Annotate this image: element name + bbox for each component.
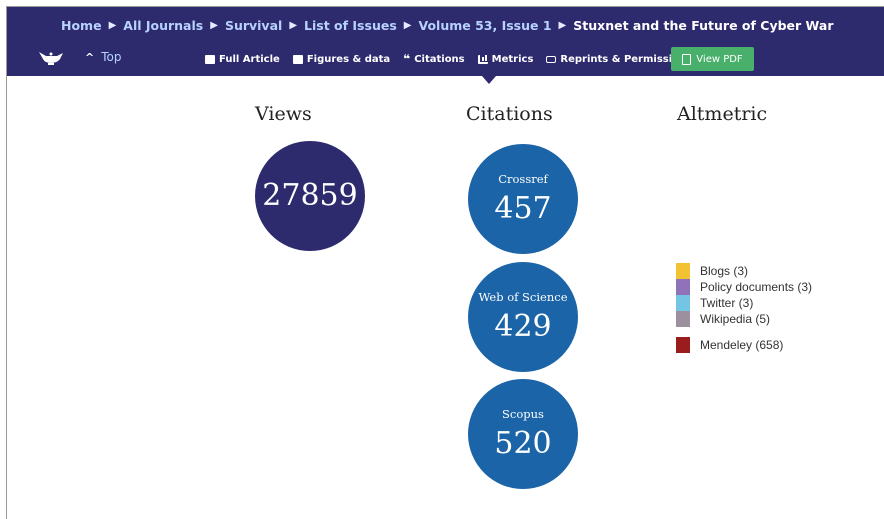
legend-label: Mendeley (658) bbox=[700, 338, 784, 352]
legend-label: Wikipedia (5) bbox=[700, 312, 771, 326]
page-frame: Home ▶ All Journals ▶ Survival ▶ List of… bbox=[6, 6, 884, 519]
view-pdf-button[interactable]: View PDF bbox=[671, 47, 754, 71]
scopus-citations-circle[interactable]: Scopus 520 bbox=[468, 379, 578, 489]
breadcrumb-separator-icon: ▶ bbox=[403, 19, 412, 31]
legend-swatch bbox=[676, 279, 690, 295]
tab-label: Citations bbox=[414, 53, 465, 65]
back-to-top-link[interactable]: ^ Top bbox=[85, 50, 121, 64]
print-icon bbox=[546, 55, 557, 63]
legend-item-twitter[interactable]: Twitter (3) bbox=[676, 295, 753, 311]
legend-swatch bbox=[676, 337, 690, 353]
citation-source-label: Crossref bbox=[498, 172, 548, 186]
legend-label: Twitter (3) bbox=[700, 296, 754, 310]
pdf-icon bbox=[682, 53, 692, 65]
views-count: 27859 bbox=[262, 178, 358, 213]
legend-item-policy-documents[interactable]: Policy documents (3) bbox=[676, 279, 812, 295]
legend-swatch bbox=[676, 295, 690, 311]
top-label: Top bbox=[101, 50, 122, 64]
document-icon bbox=[205, 54, 215, 64]
citation-count: 429 bbox=[494, 309, 552, 344]
breadcrumb-home[interactable]: Home bbox=[61, 18, 102, 33]
breadcrumb-journal[interactable]: Survival bbox=[225, 18, 282, 33]
bar-chart-icon bbox=[477, 54, 488, 64]
views-circle: 27859 bbox=[255, 141, 365, 251]
breadcrumb-separator-icon: ▶ bbox=[558, 19, 567, 31]
tab-label: Figures & data bbox=[306, 53, 391, 65]
legend-label: Policy documents (3) bbox=[700, 280, 813, 294]
view-pdf-label: View PDF bbox=[696, 53, 743, 65]
crossref-citations-circle[interactable]: Crossref 457 bbox=[468, 144, 578, 254]
article-navbar: Home ▶ All Journals ▶ Survival ▶ List of… bbox=[7, 7, 884, 76]
legend-swatch bbox=[676, 311, 690, 327]
legend-item-wikipedia[interactable]: Wikipedia (5) bbox=[676, 311, 770, 327]
citation-source-label: Web of Science bbox=[478, 290, 568, 304]
breadcrumb: Home ▶ All Journals ▶ Survival ▶ List of… bbox=[61, 16, 834, 34]
legend-label: Blogs (3) bbox=[700, 264, 749, 278]
quote-icon: ❝ bbox=[403, 51, 411, 66]
citation-count: 520 bbox=[494, 426, 552, 461]
tab-full-article[interactable]: Full Article bbox=[205, 54, 280, 65]
breadcrumb-article: Stuxnet and the Future of Cyber War bbox=[573, 17, 834, 33]
citations-heading: Citations bbox=[466, 103, 553, 125]
article-subnav: ^ Top Full Article Figures & data ❝ Cita… bbox=[7, 45, 884, 73]
article-tabs: Full Article Figures & data ❝ Citations … bbox=[205, 47, 705, 71]
breadcrumb-issue[interactable]: Volume 53, Issue 1 bbox=[418, 18, 551, 33]
breadcrumb-all-journals[interactable]: All Journals bbox=[123, 18, 203, 33]
citation-source-label: Scopus bbox=[502, 407, 544, 421]
citation-count: 457 bbox=[494, 191, 552, 226]
chevron-up-icon: ^ bbox=[85, 50, 95, 64]
breadcrumb-list-of-issues[interactable]: List of Issues bbox=[304, 18, 397, 33]
legend-item-blogs[interactable]: Blogs (3) bbox=[676, 263, 748, 279]
breadcrumb-separator-icon: ▶ bbox=[210, 19, 218, 31]
tab-label: Metrics bbox=[491, 53, 534, 65]
tab-figures-data[interactable]: Figures & data bbox=[292, 53, 391, 65]
teapot-lamp-logo-icon[interactable] bbox=[37, 49, 65, 67]
tab-metrics[interactable]: Metrics bbox=[477, 53, 534, 65]
views-heading: Views bbox=[255, 103, 312, 125]
legend-swatch bbox=[676, 263, 690, 279]
image-icon bbox=[292, 54, 303, 64]
web-of-science-citations-circle[interactable]: Web of Science 429 bbox=[468, 262, 578, 372]
active-tab-indicator bbox=[482, 76, 496, 84]
breadcrumb-separator-icon: ▶ bbox=[289, 19, 298, 31]
breadcrumb-separator-icon: ▶ bbox=[108, 19, 117, 31]
legend-item-mendeley[interactable]: Mendeley (658) bbox=[676, 337, 783, 353]
altmetric-heading: Altmetric bbox=[677, 103, 768, 125]
tab-citations[interactable]: ❝ Citations bbox=[403, 51, 465, 66]
tab-label: Full Article bbox=[219, 53, 280, 65]
